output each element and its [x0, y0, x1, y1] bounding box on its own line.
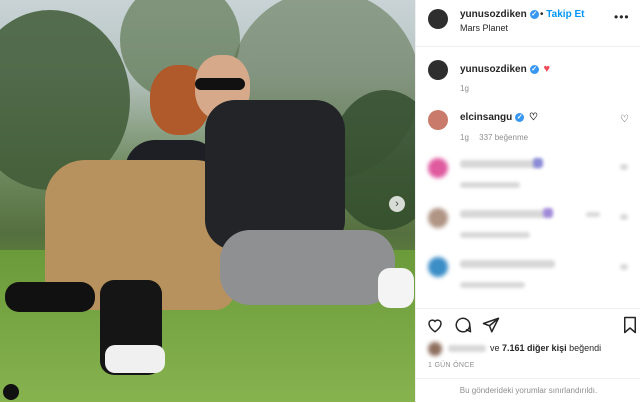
next-arrow-icon[interactable]: › [389, 196, 405, 212]
comment-icon[interactable] [454, 316, 472, 334]
post-header: yunusozdiken ✓ • Takip Et Mars Planet ••• [416, 0, 640, 47]
comment-username[interactable]: elcinsangu [460, 112, 512, 123]
post-side-panel: yunusozdiken ✓ • Takip Et Mars Planet •••… [415, 0, 640, 402]
likes-prefix: ve [490, 343, 500, 353]
likes-summary[interactable]: ve 7.161 diğer kişi beğendi [490, 343, 601, 353]
author-avatar[interactable] [428, 9, 448, 29]
author-username[interactable]: yunusozdiken [460, 9, 527, 20]
like-icon[interactable] [426, 316, 444, 334]
post-date[interactable]: 1 GÜN ÖNCE [428, 362, 475, 369]
caption-username[interactable]: yunusozdiken [460, 64, 527, 75]
save-icon[interactable] [622, 316, 638, 334]
blurred-like [620, 164, 628, 170]
blurred-meta [460, 282, 525, 288]
heart-icon: ♥ [543, 63, 550, 75]
blurred-liker [448, 345, 486, 352]
comment-avatar[interactable] [428, 158, 448, 178]
verified-badge-icon: ✓ [515, 112, 525, 122]
blurred-meta [460, 232, 530, 238]
divider [416, 308, 640, 309]
post-location[interactable]: Mars Planet [460, 23, 508, 33]
follow-button[interactable]: Takip Et [546, 9, 584, 20]
user-tag-icon[interactable] [3, 384, 19, 400]
caption-avatar[interactable] [428, 60, 448, 80]
comments-restricted-note: Bu gönderideki yorumlar sınırlandırıldı. [416, 378, 640, 403]
likes-count[interactable]: 7.161 diğer kişi [502, 343, 567, 353]
blurred-like [620, 264, 628, 270]
comment-avatar[interactable] [428, 257, 448, 277]
verified-badge-icon: ✓ [529, 64, 539, 74]
comment-avatar[interactable] [428, 208, 448, 228]
post-photo[interactable] [0, 0, 415, 402]
blurred-comment [460, 160, 540, 168]
blurred-meta [460, 182, 520, 188]
blurred-like [620, 214, 628, 220]
liker-avatar[interactable] [428, 342, 442, 356]
comment-avatar[interactable] [428, 110, 448, 130]
comment-heart-icon: ♡ [529, 112, 538, 123]
blurred-extra [586, 212, 600, 217]
like-comment-icon[interactable]: ♡ [620, 114, 629, 125]
blurred-comment [460, 260, 555, 268]
verified-badge-icon: ✓ [529, 9, 539, 19]
separator-dot: • [540, 9, 544, 20]
caption-time: 1g [460, 84, 469, 93]
comment-likes[interactable]: 337 beğenme [479, 133, 528, 142]
blurred-badge [543, 208, 553, 218]
blurred-badge [533, 158, 543, 168]
likes-suffix: beğendi [569, 343, 602, 353]
more-options-icon[interactable]: ••• [614, 10, 630, 24]
comment-time: 1g [460, 133, 469, 142]
share-icon[interactable] [482, 316, 500, 334]
blurred-comment [460, 210, 545, 218]
